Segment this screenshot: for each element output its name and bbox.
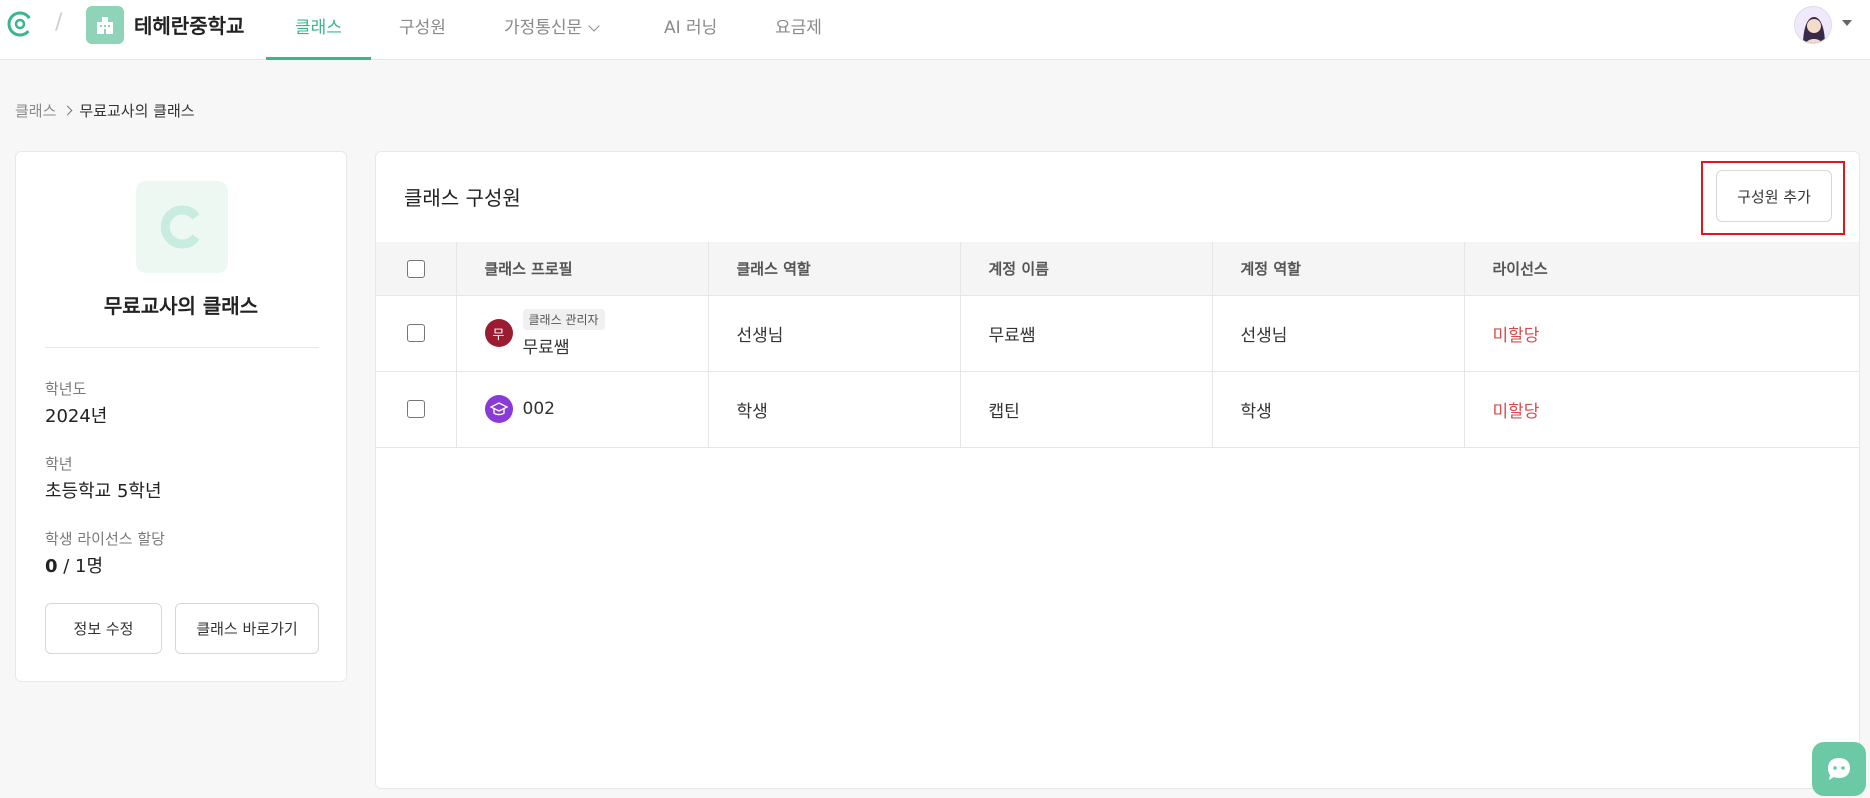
chat-bubble-icon bbox=[1828, 758, 1850, 780]
account-role-cell: 학생 bbox=[1212, 371, 1465, 448]
license-total: / 1명 bbox=[57, 556, 104, 577]
profile-cell: 002 bbox=[456, 371, 709, 448]
user-avatar[interactable] bbox=[1794, 6, 1832, 44]
grade-label: 학년 bbox=[45, 455, 73, 473]
nav-tab-newsletter[interactable]: 가정통신문 bbox=[504, 13, 600, 38]
school-icon bbox=[86, 6, 124, 44]
column-header-profile: 클래스 프로필 bbox=[456, 242, 709, 296]
select-all-cell bbox=[376, 242, 457, 296]
add-member-button[interactable]: 구성원 추가 bbox=[1716, 170, 1832, 222]
divider bbox=[45, 347, 319, 348]
nav-tab-class[interactable]: 클래스 bbox=[295, 13, 342, 38]
license-status-cell: 미할당 bbox=[1464, 371, 1859, 448]
select-all-checkbox[interactable] bbox=[406, 259, 425, 278]
year-label: 학년도 bbox=[45, 380, 87, 398]
nav-tab-ai-learning[interactable]: AI 러닝 bbox=[664, 13, 717, 38]
top-navigation-bar: / 테헤란중학교 클래스 구성원 가정통신문 AI 러닝 요금제 bbox=[0, 0, 1870, 60]
nav-tab-pricing[interactable]: 요금제 bbox=[775, 13, 822, 38]
row-select-cell bbox=[376, 295, 457, 372]
app-logo-icon[interactable] bbox=[6, 10, 34, 38]
member-avatar: 무 bbox=[484, 319, 513, 347]
table-row[interactable]: 무 클래스 관리자 무료쌤 선생님 무료쌤 선생님 미할당 bbox=[376, 295, 1859, 372]
table-header-row: 클래스 프로필 클래스 역할 계정 이름 계정 역할 라이선스 bbox=[376, 242, 1859, 296]
breadcrumb-current: 무료교사의 클래스 bbox=[79, 102, 195, 120]
license-assigned: 0 bbox=[45, 556, 58, 577]
divider-slash: / bbox=[55, 10, 63, 35]
row-checkbox[interactable] bbox=[406, 324, 425, 342]
class-role-cell: 선생님 bbox=[708, 295, 961, 372]
goto-class-button[interactable]: 클래스 바로가기 bbox=[175, 603, 319, 654]
account-name-cell: 무료쌤 bbox=[960, 295, 1213, 372]
caret-down-icon[interactable] bbox=[1842, 20, 1852, 26]
row-select-cell bbox=[376, 371, 457, 448]
column-header-license: 라이선스 bbox=[1464, 242, 1859, 296]
active-tab-indicator bbox=[266, 57, 371, 60]
account-role-cell: 선생님 bbox=[1212, 295, 1465, 372]
year-value: 2024년 bbox=[45, 406, 108, 427]
chevron-right-icon bbox=[62, 105, 73, 116]
nav-tab-newsletter-label: 가정통신문 bbox=[504, 18, 583, 38]
chevron-down-icon bbox=[588, 20, 600, 32]
license-value: 0 / 1명 bbox=[45, 552, 103, 578]
breadcrumb: 클래스 무료교사의 클래스 bbox=[15, 100, 195, 121]
class-role-cell: 학생 bbox=[708, 371, 961, 448]
table-row[interactable]: 002 학생 캡틴 학생 미할당 bbox=[376, 371, 1859, 448]
license-label: 학생 라이선스 할당 bbox=[45, 530, 165, 548]
edit-info-button[interactable]: 정보 수정 bbox=[45, 603, 162, 654]
nav-tab-members[interactable]: 구성원 bbox=[399, 13, 446, 38]
class-name: 무료교사의 클래스 bbox=[103, 294, 259, 318]
admin-badge: 클래스 관리자 bbox=[522, 308, 605, 330]
member-name: 무료쌤 bbox=[522, 337, 570, 358]
profile-cell: 무 클래스 관리자 무료쌤 bbox=[456, 295, 709, 372]
account-name-cell: 캡틴 bbox=[960, 371, 1213, 448]
license-status-cell: 미할당 bbox=[1464, 295, 1859, 372]
column-header-account-role: 계정 역할 bbox=[1212, 242, 1465, 296]
members-title: 클래스 구성원 bbox=[404, 186, 521, 210]
class-info-card: 무료교사의 클래스 학년도 2024년 학년 초등학교 5학년 학생 라이선스 … bbox=[15, 151, 347, 682]
row-checkbox[interactable] bbox=[406, 400, 425, 418]
school-name[interactable]: 테헤란중학교 bbox=[134, 10, 244, 39]
column-header-account-name: 계정 이름 bbox=[960, 242, 1213, 296]
members-table: 클래스 프로필 클래스 역할 계정 이름 계정 역할 라이선스 무 클래스 관리… bbox=[376, 242, 1859, 448]
breadcrumb-parent[interactable]: 클래스 bbox=[15, 100, 56, 121]
member-name: 002 bbox=[522, 399, 555, 419]
student-cap-icon bbox=[484, 395, 513, 423]
chat-support-button[interactable] bbox=[1812, 742, 1866, 796]
class-logo-icon bbox=[136, 181, 228, 273]
class-members-card: 클래스 구성원 구성원 추가 클래스 프로필 클래스 역할 계정 이름 계정 역… bbox=[375, 151, 1860, 789]
column-header-class-role: 클래스 역할 bbox=[708, 242, 961, 296]
grade-value: 초등학교 5학년 bbox=[45, 481, 162, 502]
